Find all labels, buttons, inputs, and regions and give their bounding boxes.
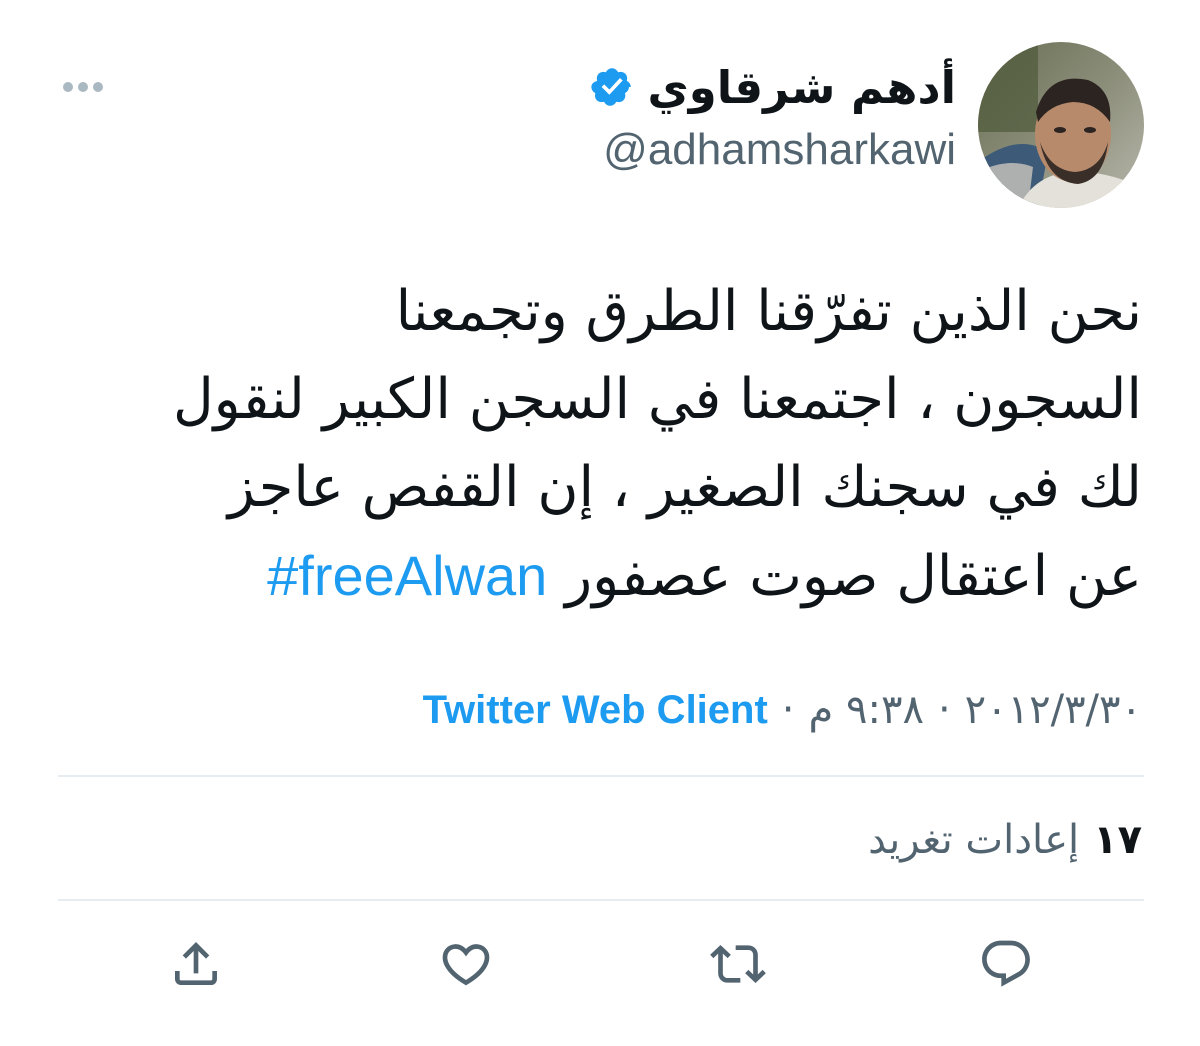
meta-separator: · [781, 687, 795, 733]
avatar[interactable] [978, 42, 1144, 208]
retweet-button[interactable] [706, 932, 770, 996]
retweet-count: ١٧ [1093, 817, 1142, 863]
hashtag-link[interactable]: #freeAlwan [267, 544, 547, 607]
tweet-text: نحن الذين تفرّقنا الطرق وتجمعنا السجون ،… [52, 268, 1142, 621]
more-options-button[interactable] [58, 72, 108, 102]
tweet-time[interactable]: ٩:٣٨ م [809, 687, 924, 733]
tweet-date[interactable]: ٢٠١٢/٣/٣٠ [965, 687, 1142, 733]
divider [58, 775, 1144, 777]
retweet-label: إعادات تغريد [868, 817, 1080, 863]
author-handle[interactable]: @adhamsharkawi [603, 120, 956, 180]
reply-button[interactable] [974, 932, 1038, 996]
author-name-row[interactable]: أدهم شرقاوي [590, 52, 957, 122]
like-button[interactable] [434, 932, 498, 996]
more-horizontal-icon [63, 82, 103, 92]
share-button[interactable] [164, 932, 228, 996]
avatar-photo [978, 42, 1144, 208]
divider [58, 899, 1144, 901]
retweet-icon [710, 945, 766, 983]
author-display-name: أدهم شرقاوي [647, 60, 957, 114]
verified-badge-icon [590, 68, 631, 106]
tweet-meta: ٢٠١٢/٣/٣٠ · ٩:٣٨ م · Twitter Web Client [423, 680, 1142, 740]
reply-icon [982, 940, 1030, 987]
share-icon [175, 942, 217, 985]
tweet-client[interactable]: Twitter Web Client [423, 688, 768, 733]
heart-icon [442, 944, 490, 986]
retweet-stats[interactable]: ١٧ إعادات تغريد [868, 808, 1142, 872]
meta-separator: · [937, 687, 951, 733]
